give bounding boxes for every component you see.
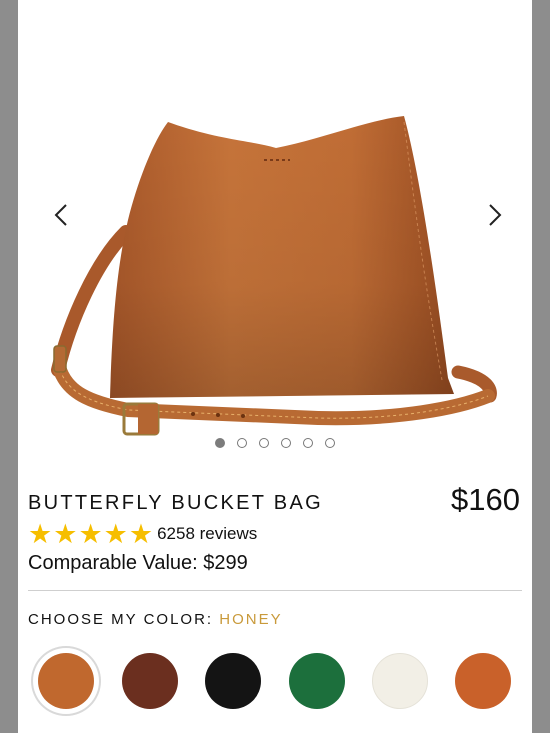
color-swatch-honey[interactable]: [38, 653, 94, 709]
carousel-dot[interactable]: [215, 438, 225, 448]
carousel-dot[interactable]: [325, 438, 335, 448]
chevron-right-icon: [489, 204, 502, 226]
star-icon: ★: [103, 519, 128, 549]
divider: [28, 590, 522, 591]
product-card: BUTTERFLY BUCKET BAG $160 ★ ★ ★ ★ ★ 6258…: [18, 0, 532, 733]
selected-color-name: HONEY: [219, 611, 283, 628]
rating-row[interactable]: ★ ★ ★ ★ ★ 6258 reviews: [28, 519, 257, 549]
next-image-button[interactable]: [472, 190, 518, 240]
carousel-dots: [18, 438, 532, 448]
star-icon: ★: [28, 519, 53, 549]
carousel-dot[interactable]: [259, 438, 269, 448]
previous-image-button[interactable]: [38, 190, 84, 240]
color-swatch-black[interactable]: [205, 653, 261, 709]
carousel-dot[interactable]: [281, 438, 291, 448]
product-title: BUTTERFLY BUCKET BAG: [28, 492, 323, 514]
color-swatch-tooled[interactable]: [455, 653, 511, 709]
choose-color-text: CHOOSE MY COLOR:: [28, 611, 214, 628]
color-swatch-cream[interactable]: [372, 653, 428, 709]
star-icon: ★: [128, 519, 154, 549]
color-picker-label: CHOOSE MY COLOR: HONEY: [28, 611, 283, 628]
carousel-dot[interactable]: [237, 438, 247, 448]
chevron-left-icon: [54, 204, 67, 226]
comparable-value: Comparable Value: $299: [28, 552, 248, 574]
product-price: $160: [451, 482, 520, 517]
color-swatch-brown[interactable]: [122, 653, 178, 709]
product-image: [51, 116, 497, 436]
star-icon: ★: [53, 519, 78, 549]
carousel-dot[interactable]: [303, 438, 313, 448]
review-count[interactable]: 6258 reviews: [157, 524, 257, 544]
color-swatch-green[interactable]: [289, 653, 345, 709]
star-icon: ★: [78, 519, 103, 549]
product-image-gallery[interactable]: [18, 0, 532, 470]
